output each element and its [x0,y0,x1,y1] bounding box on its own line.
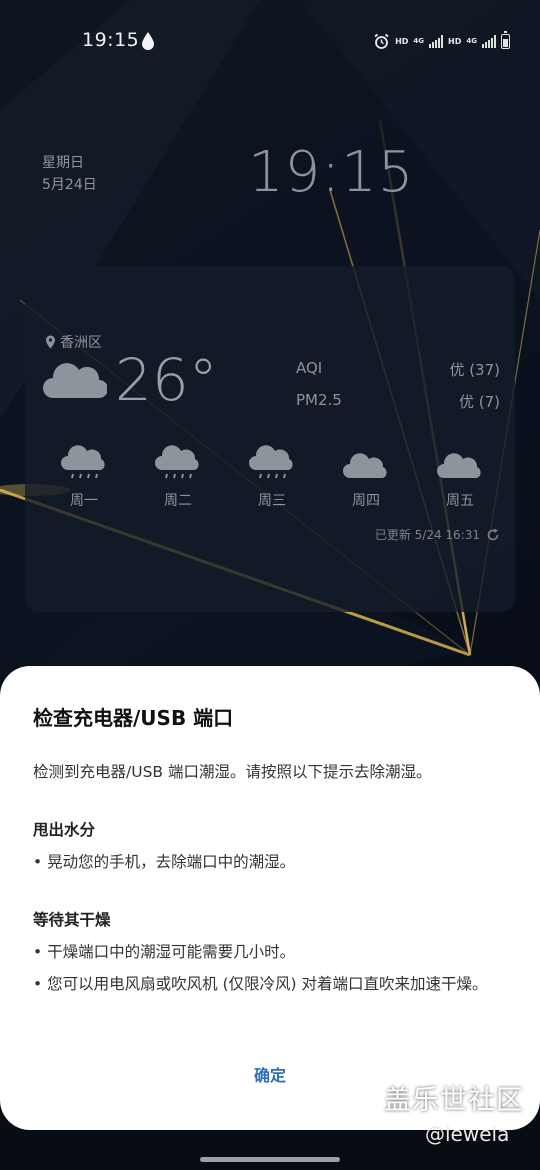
pm25-value: 优 (7) [458,393,500,411]
dialog-intro: 检测到充电器/USB 端口潮湿。请按照以下提示去除潮湿。 [33,763,432,781]
weather-forecast: 周一 周二 周三 周四 周五 [37,444,507,514]
cloud-icon [343,453,387,478]
hd-indicator-2: HD [448,36,462,46]
moisture-drop-icon [142,32,154,50]
rain-cloud-icon [249,445,293,479]
forecast-day: 周三 [225,444,319,514]
forecast-day: 周一 [37,444,131,514]
section-title-shake: 甩出水分 [33,821,96,839]
lock-clock: 19:15 [248,140,415,205]
forecast-day: 周五 [413,444,507,514]
forecast-day: 周二 [131,444,225,514]
location-pin-icon [46,335,55,349]
forecast-day-label: 周二 [164,493,192,509]
status-bar: 19:15 HD 4G HD 4G [0,0,540,82]
forecast-day-label: 周三 [258,493,286,509]
dialog-body: 检测到充电器/USB 端口潮湿。请按照以下提示去除潮湿。 甩出水分 • 晃动您的… [33,756,513,1000]
status-time: 19:15 [82,29,140,51]
weather-updated: 已更新 5/24 16:31 [375,526,500,543]
section-title-dry: 等待其干燥 [33,911,111,929]
lock-weekday: 星期日 [42,155,84,171]
weather-location: 香洲区 [45,332,102,352]
aqi-label: AQI [296,359,323,377]
lock-date: 星期日 5月24日 [42,152,97,196]
forecast-day-label: 周四 [352,493,380,509]
moisture-detected-dialog: 检查充电器/USB 端口 检测到充电器/USB 端口潮湿。请按照以下提示去除潮湿… [0,666,540,1130]
network-type-1: 4G [413,37,425,45]
dialog-title: 检查充电器/USB 端口 [33,706,234,730]
hd-indicator-1: HD [395,36,409,46]
section-item: • 晃动您的手机，去除端口中的潮湿。 [33,853,296,871]
battery-icon [501,30,510,49]
weather-location-label: 香洲区 [60,335,102,351]
pm25-label: PM2.5 [296,391,342,409]
status-icons: HD 4G HD 4G [373,30,510,51]
rain-cloud-icon [155,445,199,479]
signal-icon-1 [429,34,444,48]
rain-cloud-icon [61,445,105,479]
cloud-icon [43,363,107,398]
section-item: • 干燥端口中的潮湿可能需要几小时。 [33,943,296,961]
weather-widget[interactable]: 香洲区 26° AQI 优 (37) PM2.5 优 (7) 周一 周二 周三 … [25,266,515,612]
weather-temperature: 26° [115,346,218,414]
forecast-day-label: 周五 [446,493,474,509]
watermark-text: 盖乐世社区 [384,1085,524,1116]
weather-updated-text: 已更新 5/24 16:31 [374,528,480,542]
forecast-day: 周四 [319,444,413,514]
home-indicator[interactable] [200,1157,340,1162]
cloud-icon [437,453,481,478]
watermark-handle: @lewela [425,1122,510,1146]
forecast-day-label: 周一 [70,493,98,509]
network-type-2: 4G [466,37,477,45]
refresh-icon[interactable] [486,528,500,542]
section-item: • 您可以用电风扇或吹风机 (仅限冷风) 对着端口直吹来加速干燥。 [33,975,488,993]
signal-icon-2 [482,34,496,48]
lock-date-text: 5月24日 [42,177,97,193]
aqi-value: 优 (37) [449,361,500,379]
alarm-icon [374,33,389,49]
